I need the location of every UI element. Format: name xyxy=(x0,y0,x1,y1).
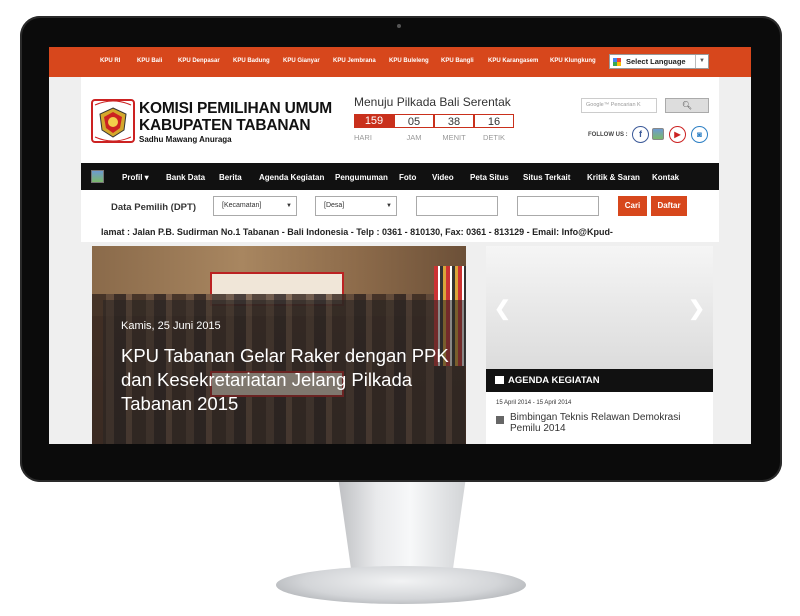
countdown-label-seconds: DETIK xyxy=(482,133,506,142)
monitor-stand xyxy=(338,478,466,573)
toplink-kpu-bangli[interactable]: KPU Bangli xyxy=(441,58,474,64)
agenda-item-title[interactable]: Bimbingan Teknis Relawan Demokrasi Pemil… xyxy=(510,412,705,434)
nav-situs-terkait[interactable]: Situs Terkait xyxy=(523,173,570,182)
cari-button[interactable]: Cari xyxy=(618,196,647,216)
dpt-label: Data Pemilih (DPT) xyxy=(111,202,196,213)
news-slider[interactable]: Kamis, 25 Juni 2015 KPU Tabanan Gelar Ra… xyxy=(92,246,466,444)
top-links-bar: KPU RI KPU Bali KPU Denpasar KPU Badung … xyxy=(49,47,751,77)
chevron-down-icon: ▼ xyxy=(695,55,708,68)
countdown-title: Menuju Pilkada Bali Serentak xyxy=(354,95,511,109)
main-nav: Profil ▾ Bank Data Berita Agenda Kegiata… xyxy=(81,163,719,190)
toplink-kpu-karangasem[interactable]: KPU Karangasem xyxy=(488,58,538,64)
home-image-icon[interactable] xyxy=(91,170,104,183)
site-title-line2: KABUPATEN TABANAN xyxy=(139,117,311,134)
kecamatan-select[interactable]: [Kecamatan] ▼ xyxy=(213,196,297,216)
site-header: KOMISI PEMILIHAN UMUM KABUPATEN TABANAN … xyxy=(81,77,719,163)
slide-title[interactable]: KPU Tabanan Gelar Raker dengan PPK dan K… xyxy=(121,344,451,416)
nav-berita[interactable]: Berita xyxy=(219,173,242,182)
follow-us-label: FOLLOW US : xyxy=(588,132,628,138)
countdown-days: 159 xyxy=(354,114,394,128)
nav-peta-situs[interactable]: Peta Situs xyxy=(470,173,509,182)
language-label: Select Language xyxy=(626,57,686,66)
kpu-logo[interactable] xyxy=(91,99,135,143)
monitor-base xyxy=(276,566,526,604)
toplink-kpu-klungkung[interactable]: KPU Klungkung xyxy=(550,58,596,64)
countdown-label-hours: JAM xyxy=(406,133,422,142)
countdown-hours: 05 xyxy=(394,114,434,128)
language-select[interactable]: Select Language ▼ xyxy=(609,54,709,69)
toplink-kpu-buleleng[interactable]: KPU Buleleng xyxy=(389,58,429,64)
agenda-header: AGENDA KEGIATAN xyxy=(486,369,713,392)
agenda-heading: AGENDA KEGIATAN xyxy=(508,375,600,386)
site-tagline: Sadhu Mawang Anuraga xyxy=(139,135,232,144)
twitter-icon[interactable] xyxy=(652,128,664,140)
facebook-icon[interactable]: f xyxy=(632,126,649,143)
toplink-kpu-gianyar[interactable]: KPU Gianyar xyxy=(283,58,320,64)
search-icon: 🔍︎ xyxy=(681,101,693,110)
calendar-icon xyxy=(496,416,504,424)
nav-video[interactable]: Video xyxy=(432,173,454,182)
nav-kontak[interactable]: Kontak xyxy=(652,173,679,182)
countdown-minutes: 38 xyxy=(434,114,474,128)
toplink-kpu-denpasar[interactable]: KPU Denpasar xyxy=(178,58,220,64)
countdown-seconds: 16 xyxy=(474,114,514,128)
google-translate-icon xyxy=(613,58,621,66)
dpt-name-input[interactable] xyxy=(416,196,498,216)
instagram-icon[interactable]: ◙ xyxy=(691,126,708,143)
nav-profil[interactable]: Profil ▾ xyxy=(122,173,149,182)
address-text: lamat : Jalan P.B. Sudirman No.1 Tabanan… xyxy=(101,227,613,237)
chevron-right-icon[interactable]: ❯ xyxy=(688,296,705,321)
nav-foto[interactable]: Foto xyxy=(399,173,416,182)
desa-select[interactable]: [Desa] ▼ xyxy=(315,196,397,216)
desa-value: [Desa] xyxy=(324,202,345,209)
agenda-date: 15 April 2014 - 15 April 2014 xyxy=(496,400,572,406)
slide-date: Kamis, 25 Juni 2015 xyxy=(121,320,221,332)
kecamatan-value: [Kecamatan] xyxy=(222,202,262,209)
countdown-label-minutes: MENIT xyxy=(442,133,466,142)
browser-screen: KPU RI KPU Bali KPU Denpasar KPU Badung … xyxy=(49,47,751,444)
chevron-left-icon[interactable]: ❮ xyxy=(494,296,511,321)
daftar-button[interactable]: Daftar xyxy=(651,196,687,216)
countdown-label-days: HARI xyxy=(354,133,372,142)
agenda-list: 15 April 2014 - 15 April 2014 Bimbingan … xyxy=(486,392,713,444)
youtube-icon[interactable]: ▶ xyxy=(669,126,686,143)
toplink-kpu-jembrana[interactable]: KPU Jembrana xyxy=(333,58,376,64)
toplink-kpu-ri[interactable]: KPU RI xyxy=(100,58,120,64)
search-button[interactable]: 🔍︎ xyxy=(665,98,709,113)
chevron-down-icon: ▼ xyxy=(386,203,392,209)
nav-pengumuman[interactable]: Pengumuman xyxy=(335,173,388,182)
calendar-icon xyxy=(495,376,504,384)
dpt-search-bar: Data Pemilih (DPT) [Kecamatan] ▼ [Desa] … xyxy=(81,190,719,224)
nav-agenda-kegiatan[interactable]: Agenda Kegiatan xyxy=(259,173,324,182)
dpt-nik-input[interactable] xyxy=(517,196,599,216)
camera-dot xyxy=(397,24,401,28)
nav-bank-data[interactable]: Bank Data xyxy=(166,173,205,182)
address-marquee: lamat : Jalan P.B. Sudirman No.1 Tabanan… xyxy=(81,224,719,242)
toplink-kpu-bali[interactable]: KPU Bali xyxy=(137,58,162,64)
nav-kritik-saran[interactable]: Kritik & Saran xyxy=(587,173,640,182)
image-carousel[interactable]: ❮ ❯ xyxy=(486,246,713,369)
chevron-down-icon: ▼ xyxy=(286,203,292,209)
toplink-kpu-badung[interactable]: KPU Badung xyxy=(233,58,270,64)
search-input[interactable]: Google™ Pencarian K xyxy=(581,98,657,113)
site-title-line1: KOMISI PEMILIHAN UMUM xyxy=(139,100,332,117)
